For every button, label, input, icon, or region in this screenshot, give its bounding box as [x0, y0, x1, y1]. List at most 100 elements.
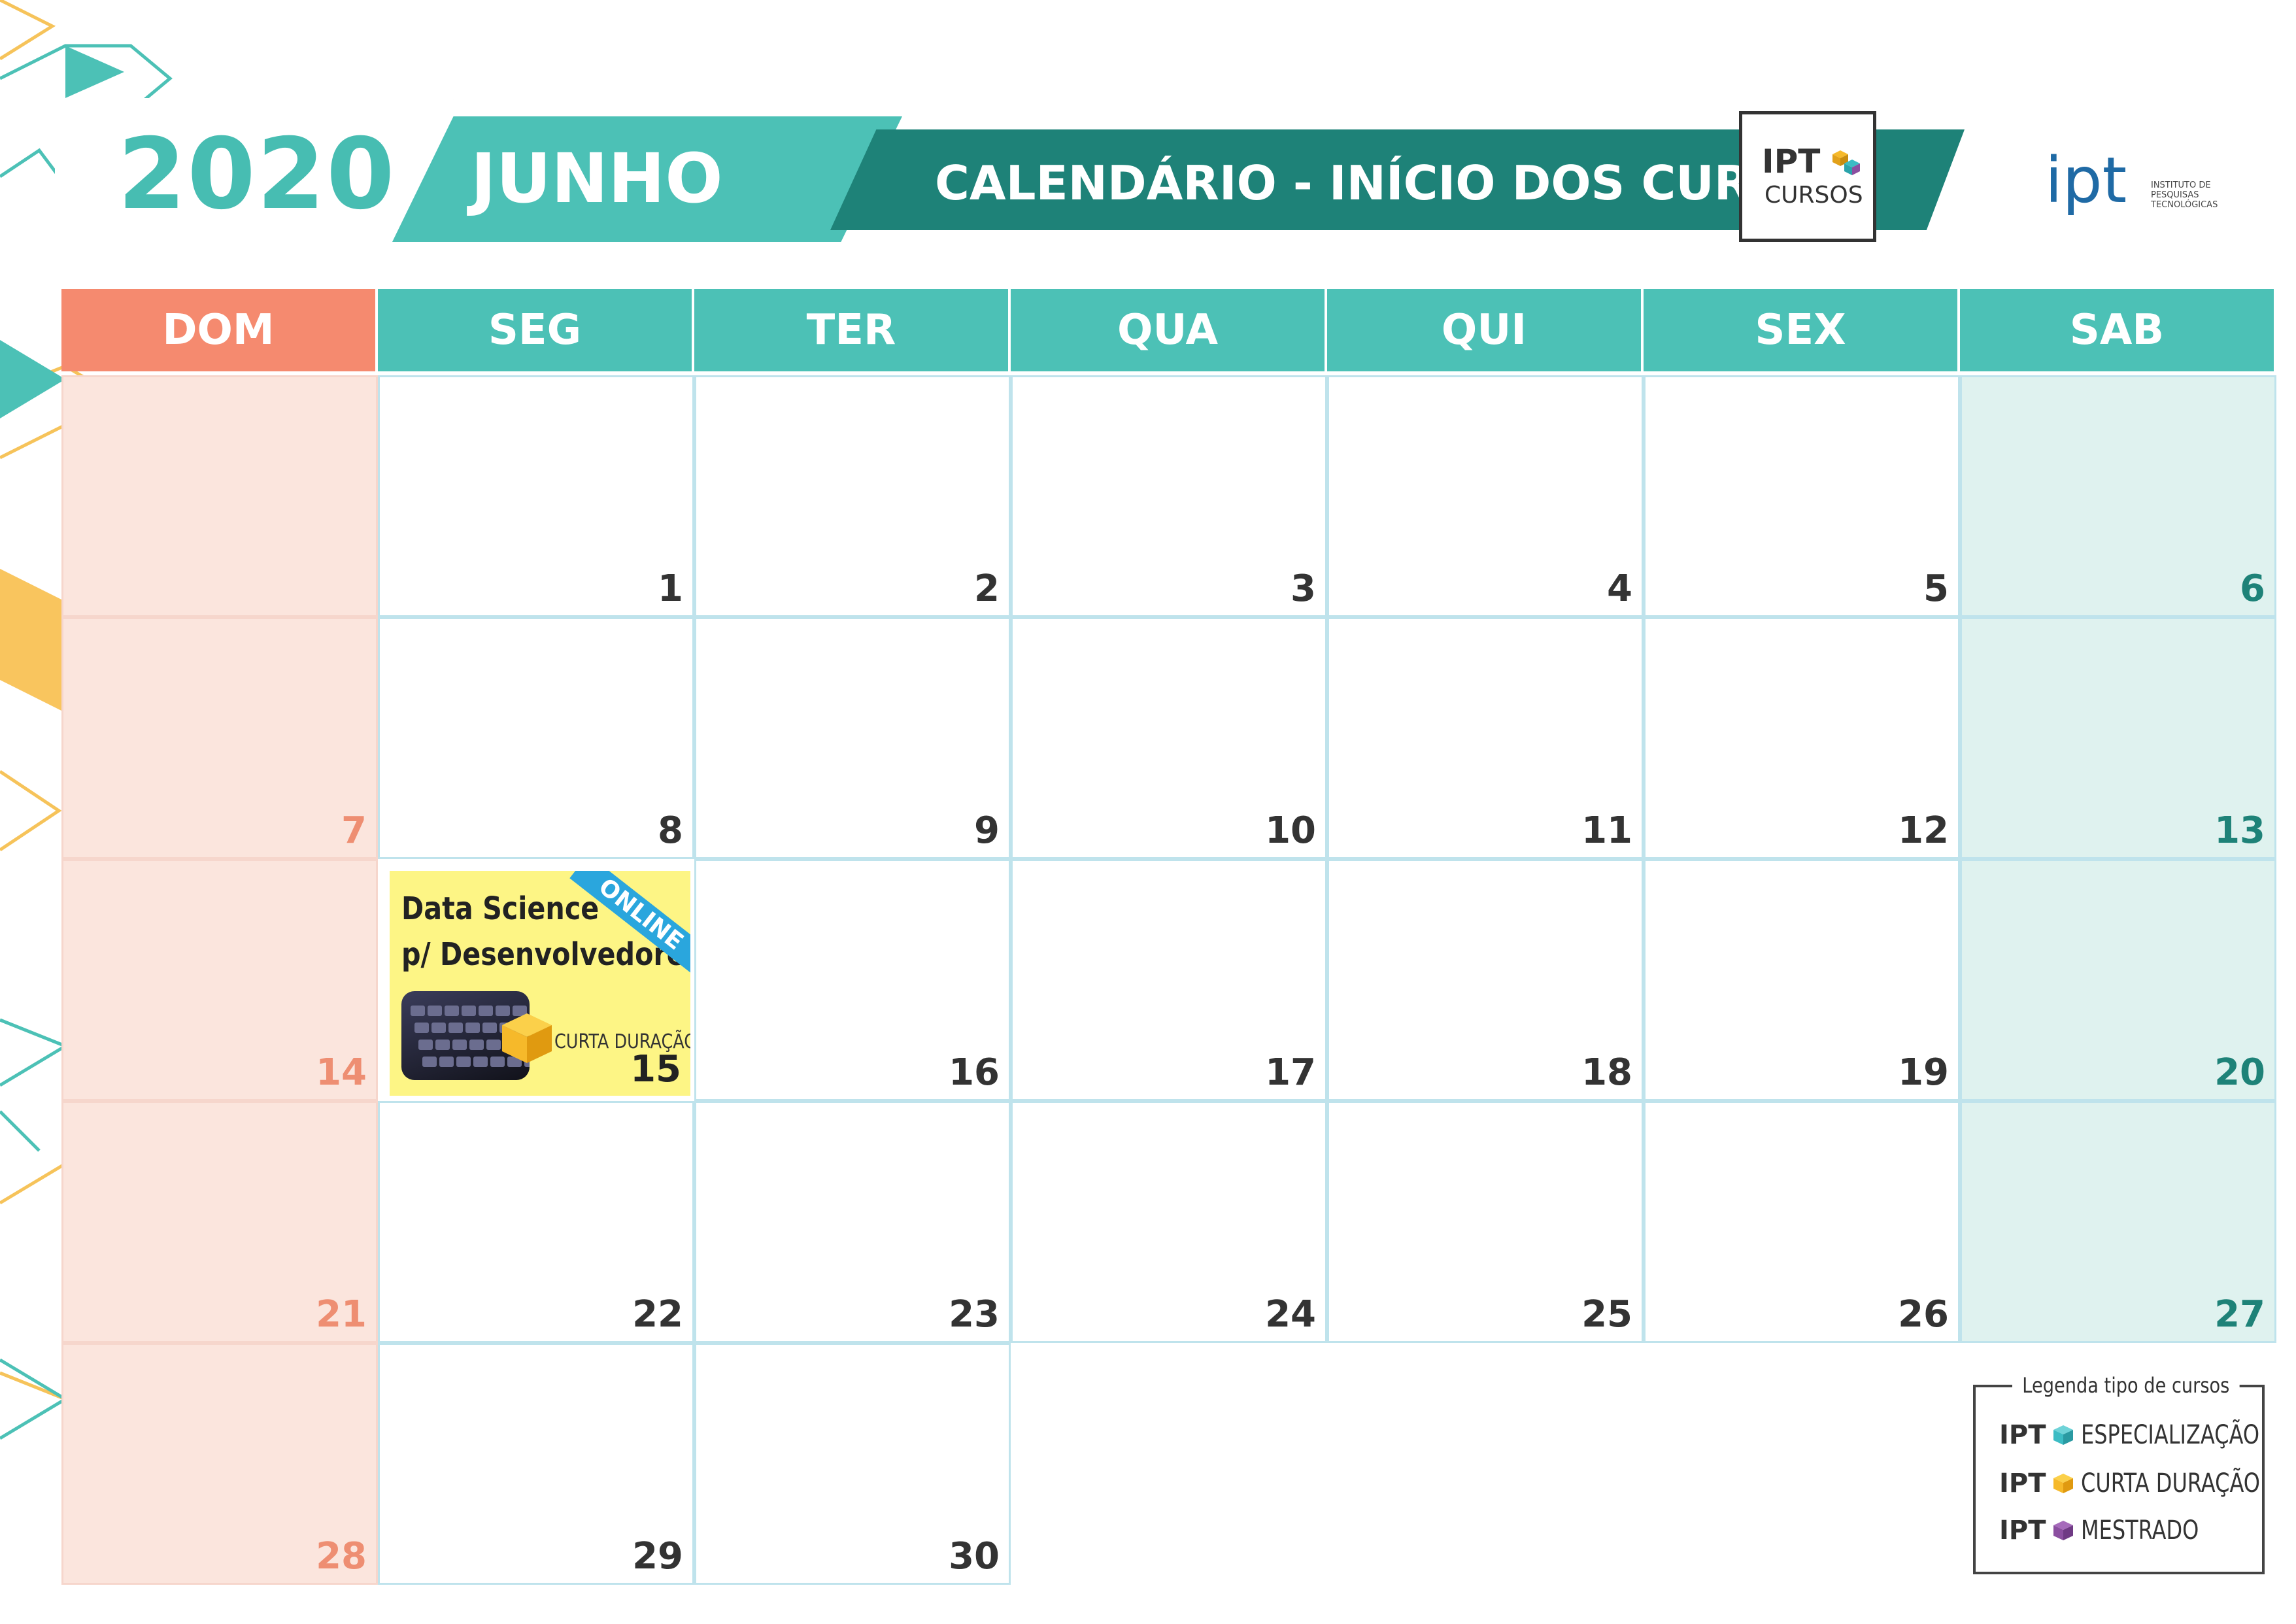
- day-number: 11: [1581, 809, 1632, 852]
- keyboard-key: [431, 1023, 446, 1033]
- day-number: 20: [2214, 1051, 2265, 1094]
- day-number: 16: [949, 1051, 1000, 1094]
- day-number: 12: [1898, 809, 1949, 852]
- day-number: 25: [1581, 1293, 1632, 1336]
- day-number: 3: [1291, 567, 1316, 610]
- keyboard-key: [482, 1023, 497, 1033]
- legend-item-curta-duracao: IPT CURTA DURAÇÃO: [1999, 1468, 2261, 1498]
- day-cell-24[interactable]: 24: [1011, 1101, 1327, 1343]
- day-cell-18[interactable]: 18: [1327, 859, 1644, 1101]
- day-cell-3[interactable]: 3: [1011, 375, 1327, 617]
- day-number: 9: [974, 809, 1000, 852]
- day-cell-21[interactable]: 21: [61, 1101, 378, 1343]
- day-number: 1: [658, 567, 683, 610]
- day-number: 23: [949, 1293, 1000, 1336]
- legend-title: Legenda tipo de cursos: [2012, 1373, 2240, 1398]
- year-label: 2020: [118, 118, 396, 231]
- yellow-cube-icon: [502, 1013, 552, 1063]
- weekday-header-sab: SAB: [1960, 289, 2274, 371]
- day-cell-9[interactable]: 9: [694, 617, 1011, 859]
- day-cell-29[interactable]: 29: [378, 1343, 694, 1585]
- weekday-header-seg: SEG: [378, 289, 692, 371]
- day-cell-13[interactable]: 13: [1960, 617, 2276, 859]
- day-cell-14[interactable]: 14: [61, 859, 378, 1101]
- day-cell-27[interactable]: 27: [1960, 1101, 2276, 1343]
- day-number: 21: [316, 1293, 367, 1336]
- event-title-line2: p/ Desenvolvedores: [401, 936, 690, 973]
- day-cell-25[interactable]: 25: [1327, 1101, 1644, 1343]
- weekday-header-sex: SEX: [1644, 289, 1957, 371]
- empty-day-cell[interactable]: [61, 375, 378, 617]
- keyboard-key: [418, 1040, 433, 1050]
- day-cell-19[interactable]: 19: [1644, 859, 1960, 1101]
- day-cell-28[interactable]: 28: [61, 1343, 378, 1585]
- keyboard-key: [435, 1040, 450, 1050]
- day-cell-5[interactable]: 5: [1644, 375, 1960, 617]
- day-number: 4: [1607, 567, 1632, 610]
- day-cell-17[interactable]: 17: [1011, 859, 1327, 1101]
- keyboard-key: [428, 1006, 442, 1016]
- day-number: 5: [1923, 567, 1949, 610]
- keyboard-key: [452, 1040, 467, 1050]
- day-cell-8[interactable]: 8: [378, 617, 694, 859]
- legend-item-mestrado: IPT MESTRADO: [1999, 1515, 2199, 1546]
- keyboard-key: [422, 1057, 437, 1067]
- day-number: 22: [632, 1293, 683, 1336]
- day-number: 19: [1898, 1051, 1949, 1094]
- ipt-logo-subtitle: INSTITUTO DE PESQUISAS TECNOLÓGICAS: [2151, 180, 2218, 210]
- keyboard-key: [414, 1023, 429, 1033]
- weekday-header-qua: QUA: [1011, 289, 1325, 371]
- day-number: 17: [1265, 1051, 1316, 1094]
- day-number: 28: [316, 1535, 367, 1578]
- page-title: CALENDÁRIO - INÍCIO DOS CURSOS: [935, 156, 1859, 211]
- keyboard-key: [473, 1057, 488, 1067]
- day-cell-12[interactable]: 12: [1644, 617, 1960, 859]
- month-label: JUNHO: [471, 139, 723, 218]
- day-cell-22[interactable]: 22: [378, 1101, 694, 1343]
- day-number: 26: [1898, 1293, 1949, 1336]
- day-number: 29: [632, 1535, 683, 1578]
- keyboard-key: [486, 1040, 501, 1050]
- ipt-cursos-logo-line2: CURSOS: [1764, 182, 1863, 209]
- day-number: 2: [974, 567, 1000, 610]
- day-number: 6: [2240, 567, 2265, 610]
- day-cell-1[interactable]: 1: [378, 375, 694, 617]
- keyboard-key: [411, 1006, 425, 1016]
- day-cell-23[interactable]: 23: [694, 1101, 1011, 1343]
- day-cell-10[interactable]: 10: [1011, 617, 1327, 859]
- day-number: 24: [1265, 1293, 1316, 1336]
- keyboard-key: [465, 1023, 480, 1033]
- day-number: 15: [630, 1048, 681, 1091]
- cubes-icon: [1832, 150, 1860, 175]
- teal-cube-icon: [2053, 1425, 2074, 1445]
- keyboard-key: [462, 1006, 476, 1016]
- day-cell-20[interactable]: 20: [1960, 859, 2276, 1101]
- day-cell-4[interactable]: 4: [1327, 375, 1644, 617]
- day-number: 18: [1581, 1051, 1632, 1094]
- ipt-logo-wordmark: ipt: [2045, 144, 2127, 217]
- day-cell-7[interactable]: 7: [61, 617, 378, 859]
- day-number: 10: [1265, 809, 1316, 852]
- keyboard-key: [456, 1057, 471, 1067]
- event-card-data-science[interactable]: Data Science p/ Desenvolvedores ONLINE C…: [390, 871, 690, 1096]
- legend-item-especializacao: IPT ESPECIALIZAÇÃO: [1999, 1420, 2260, 1450]
- course-type-legend: Legenda tipo de cursos IPT ESPECIALIZAÇÃ…: [1973, 1373, 2265, 1574]
- yellow-cube-icon: [2053, 1474, 2074, 1493]
- day-number: 14: [316, 1051, 367, 1094]
- keyboard-key: [445, 1006, 459, 1016]
- day-number: 27: [2214, 1293, 2265, 1336]
- day-cell-26[interactable]: 26: [1644, 1101, 1960, 1343]
- keyboard-key: [448, 1023, 463, 1033]
- day-cell-11[interactable]: 11: [1327, 617, 1644, 859]
- keyboard-key: [479, 1006, 493, 1016]
- keyboard-key: [469, 1040, 484, 1050]
- weekday-header-qui: QUI: [1327, 289, 1641, 371]
- day-cell-16[interactable]: 16: [694, 859, 1011, 1101]
- weekday-header-dom: DOM: [61, 289, 375, 371]
- day-cell-2[interactable]: 2: [694, 375, 1011, 617]
- ipt-cursos-logo-line1: IPT: [1762, 143, 1821, 180]
- weekday-header-ter: TER: [694, 289, 1008, 371]
- purple-cube-icon: [2053, 1521, 2074, 1540]
- day-cell-30[interactable]: 30: [694, 1343, 1011, 1585]
- day-cell-6[interactable]: 6: [1960, 375, 2276, 617]
